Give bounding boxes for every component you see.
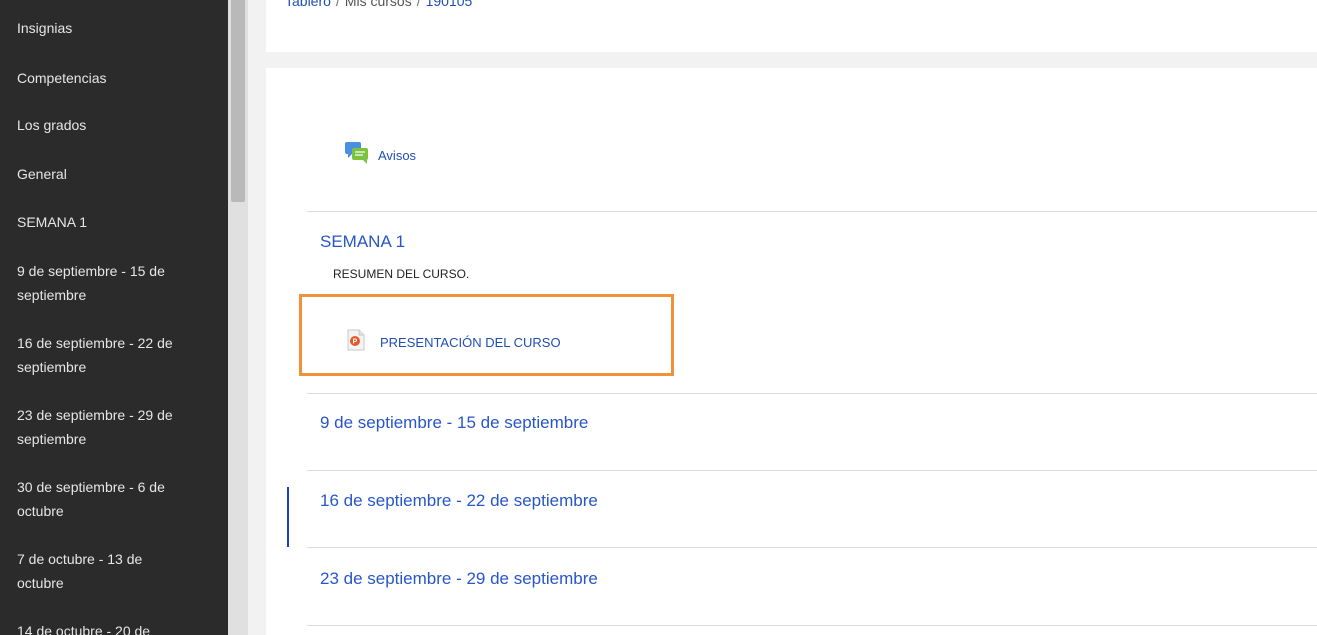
sidebar-item-week-oct-14[interactable]: 14 de octubre - 20 de <box>17 619 192 635</box>
svg-text:P: P <box>353 339 358 346</box>
breadcrumb: Tablero / Mis cursos / 190105 <box>285 0 472 9</box>
breadcrumb-item-course[interactable]: 190105 <box>426 0 473 9</box>
sidebar-item-week-oct-7[interactable]: 7 de octubre - 13 de octubre <box>17 547 167 595</box>
section-divider <box>307 211 1317 212</box>
section-summary: RESUMEN DEL CURSO. <box>333 267 470 281</box>
breadcrumb-separator: / <box>335 0 340 9</box>
sidebar-nav: Insignias Competencias Los grados Genera… <box>0 0 228 635</box>
presentacion-link[interactable]: PRESENTACIÓN DEL CURSO <box>380 335 561 350</box>
sidebar-item-week-sep-16[interactable]: 16 de septiembre - 22 de septiembre <box>17 331 182 379</box>
current-week-marker <box>287 487 289 547</box>
sidebar-item-insignias[interactable]: Insignias <box>17 16 217 40</box>
breadcrumb-item-tablero[interactable]: Tablero <box>285 0 331 9</box>
presentacion-activity[interactable]: P PRESENTACIÓN DEL CURSO <box>346 329 561 356</box>
sidebar-item-week-sep-9[interactable]: 9 de septiembre - 15 de septiembre <box>17 259 192 307</box>
breadcrumb-separator: / <box>416 0 421 9</box>
section-divider <box>307 547 1317 548</box>
forum-icon <box>344 141 370 170</box>
avisos-link[interactable]: Avisos <box>378 148 416 163</box>
section-divider <box>307 625 1317 626</box>
sidebar-item-week-sep-30[interactable]: 30 de septiembre - 6 de octubre <box>17 475 192 523</box>
sidebar-item-general[interactable]: General <box>17 162 217 186</box>
sidebar-item-semana-1[interactable]: SEMANA 1 <box>17 210 217 234</box>
section-title-week-sep-9[interactable]: 9 de septiembre - 15 de septiembre <box>320 413 588 433</box>
breadcrumb-item-mis-cursos[interactable]: Mis cursos <box>345 0 412 9</box>
avisos-activity[interactable]: Avisos <box>344 141 416 170</box>
section-title-semana-1[interactable]: SEMANA 1 <box>320 232 405 252</box>
section-divider <box>307 470 1317 471</box>
section-divider <box>307 393 1317 394</box>
section-title-week-sep-16[interactable]: 16 de septiembre - 22 de septiembre <box>320 491 598 511</box>
sidebar-item-competencias[interactable]: Competencias <box>17 66 217 90</box>
sidebar-scrollbar-thumb[interactable] <box>231 0 245 202</box>
section-title-week-sep-23[interactable]: 23 de septiembre - 29 de septiembre <box>320 569 598 589</box>
sidebar-item-grados[interactable]: Los grados <box>17 113 217 137</box>
powerpoint-file-icon: P <box>346 329 366 356</box>
sidebar-item-week-sep-23[interactable]: 23 de septiembre - 29 de septiembre <box>17 403 182 451</box>
